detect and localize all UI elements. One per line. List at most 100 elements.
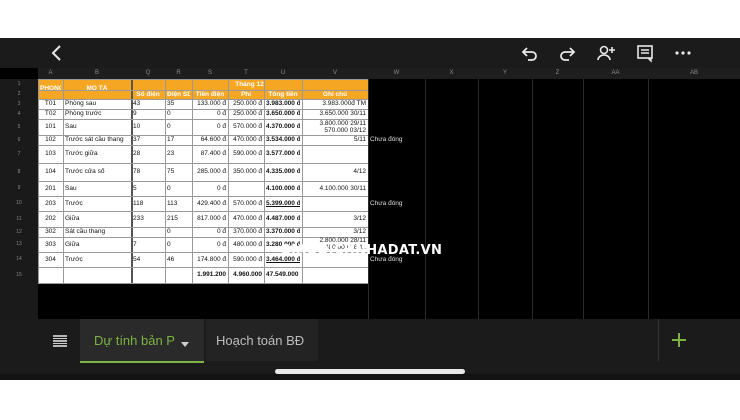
row-header[interactable]: 6	[0, 135, 38, 145]
cell-text[interactable]: T02	[40, 110, 61, 118]
row-header[interactable]: 15	[0, 267, 38, 283]
cell-text[interactable]: 43	[133, 100, 163, 108]
cell-text[interactable]: Phòng sau	[65, 100, 129, 108]
cell-text[interactable]: 302	[40, 228, 61, 236]
tab-du-tinh[interactable]: Dự tính bản P	[80, 319, 204, 363]
undo-icon[interactable]	[519, 42, 541, 64]
row-header[interactable]: 10	[0, 196, 38, 211]
row-header[interactable]: 7	[0, 145, 38, 163]
cell-text[interactable]: Tháng 12	[133, 81, 366, 89]
cell-text[interactable]: 470.000 đ	[230, 136, 262, 144]
cell-text[interactable]: 470.000 đ	[230, 215, 262, 223]
cell-text[interactable]: 28	[133, 150, 163, 158]
cell-text[interactable]: 3/12	[304, 228, 366, 236]
row-header[interactable]: 14	[0, 252, 38, 267]
cell-text[interactable]: 590.000 đ	[230, 256, 262, 264]
cell-text[interactable]: 817.000 đ	[194, 215, 226, 223]
cell-text[interactable]: 4.100.000 30/11	[304, 185, 366, 193]
cell-text[interactable]: 0 đ	[194, 123, 226, 131]
row-header[interactable]: 11	[0, 211, 38, 227]
cell-text[interactable]: 64.600 đ	[194, 136, 226, 144]
cell-text[interactable]: 0	[167, 110, 190, 118]
cell-text[interactable]: 4.960.000	[230, 271, 262, 279]
cell-text[interactable]: 133.000 đ	[194, 100, 226, 108]
cell-text[interactable]: Sát cầu thang	[65, 228, 129, 236]
cell-text[interactable]: Sau	[65, 185, 129, 193]
cell-text[interactable]: 203	[40, 200, 61, 208]
cell-text[interactable]: 4/12	[304, 168, 366, 176]
cell-text[interactable]: 37	[133, 136, 163, 144]
cell-text[interactable]: 3.650.000 30/11	[304, 110, 366, 118]
cell-text[interactable]: PHÒNG	[40, 85, 61, 93]
cell-text[interactable]: 590.000 đ	[230, 150, 262, 158]
row-header[interactable]: 13	[0, 237, 38, 252]
row-header[interactable]: 5	[0, 119, 38, 135]
cell-text[interactable]: 5/11	[304, 136, 366, 144]
cell-text[interactable]: 285.000 đ	[194, 168, 226, 176]
cell-text[interactable]: 350.000 đ	[230, 168, 262, 176]
cell-text[interactable]: Trước	[65, 256, 129, 264]
cell-text[interactable]: 23	[167, 150, 190, 158]
cell-text[interactable]: 4.370.000 đ	[266, 123, 300, 131]
row-header[interactable]: 1	[0, 79, 38, 90]
hamburger-icon[interactable]	[50, 331, 70, 351]
column-header[interactable]: U	[264, 68, 302, 79]
cell-text[interactable]: 1.991.200	[194, 271, 226, 279]
row-header[interactable]: 4	[0, 109, 38, 119]
cell-text[interactable]: Ghi chú	[304, 91, 366, 99]
redo-icon[interactable]	[556, 42, 578, 64]
cell-text[interactable]: 370.000 đ	[230, 228, 262, 236]
cell-text[interactable]: 215	[167, 215, 190, 223]
cell-text[interactable]: Phòng trước	[65, 110, 129, 118]
cell-text[interactable]: 103	[40, 150, 61, 158]
cell-text[interactable]: 4.487.000 đ	[266, 215, 300, 223]
cell-text[interactable]: Trước	[65, 200, 129, 208]
column-header[interactable]: R	[165, 68, 192, 79]
cell-text[interactable]: Giữa	[65, 215, 129, 223]
cell-text[interactable]: 102	[40, 136, 61, 144]
cell-text[interactable]: 0 đ	[194, 185, 226, 193]
caret-down-icon[interactable]	[180, 336, 190, 354]
chevron-left-icon[interactable]	[46, 42, 68, 64]
column-header[interactable]: W	[368, 68, 425, 79]
cell-text[interactable]: 17	[167, 136, 190, 144]
cell-text[interactable]: Sau	[65, 123, 129, 131]
cell-text[interactable]: Tổng tiền	[266, 91, 300, 99]
cell-text[interactable]: Chưa đóng	[370, 136, 443, 144]
column-header[interactable]: A	[38, 68, 63, 79]
cell-text[interactable]: 250.000 đ	[230, 100, 262, 108]
cell-text[interactable]: Trước cửa sổ	[65, 168, 129, 176]
cell-text[interactable]: Trước sát cầu thang	[65, 136, 129, 144]
cell-text[interactable]: Số điện	[133, 91, 163, 99]
cell-text[interactable]: 202	[40, 215, 61, 223]
tab-hoach-toan[interactable]: Hoạch toán BĐ	[206, 319, 318, 361]
row-header[interactable]: 9	[0, 181, 38, 196]
cell-text[interactable]: 174.800 đ	[194, 256, 226, 264]
cell-text[interactable]: 9	[133, 110, 163, 118]
comment-icon[interactable]	[634, 42, 656, 64]
cell-text[interactable]: 3.983.000đ TM	[304, 100, 366, 108]
cell-text[interactable]: 570.000 đ	[230, 123, 262, 131]
cell-text[interactable]: Phí	[230, 91, 262, 99]
column-header[interactable]: B	[63, 68, 131, 79]
column-header[interactable]: T	[228, 68, 264, 79]
cell-text[interactable]: 113	[167, 200, 190, 208]
column-header[interactable]: Q	[131, 68, 165, 79]
column-header[interactable]: X	[425, 68, 478, 79]
cell-text[interactable]: 5	[133, 185, 163, 193]
cell-text[interactable]: 570.000 đ	[230, 200, 262, 208]
cell-text[interactable]: 0	[167, 185, 190, 193]
cell-text[interactable]: 4.335.000 đ	[266, 168, 300, 176]
plus-icon[interactable]	[669, 330, 689, 350]
cell-text[interactable]: Giữa	[65, 241, 129, 249]
cell-text[interactable]: 5.399.000 đ	[266, 200, 300, 208]
cell-text[interactable]: 54	[133, 256, 163, 264]
cell-text[interactable]: MÔ TẢ	[65, 85, 129, 93]
column-header[interactable]: AA	[583, 68, 648, 79]
cell-text[interactable]: 118	[133, 200, 163, 208]
cell-text[interactable]: 0	[167, 123, 190, 131]
cell-text[interactable]: 570.000 03/12	[304, 127, 366, 135]
cell-text[interactable]: 3.650.000 đ	[266, 110, 300, 118]
column-header[interactable]: Y	[478, 68, 532, 79]
cell-text[interactable]: 3.370.000 đ	[266, 228, 300, 236]
